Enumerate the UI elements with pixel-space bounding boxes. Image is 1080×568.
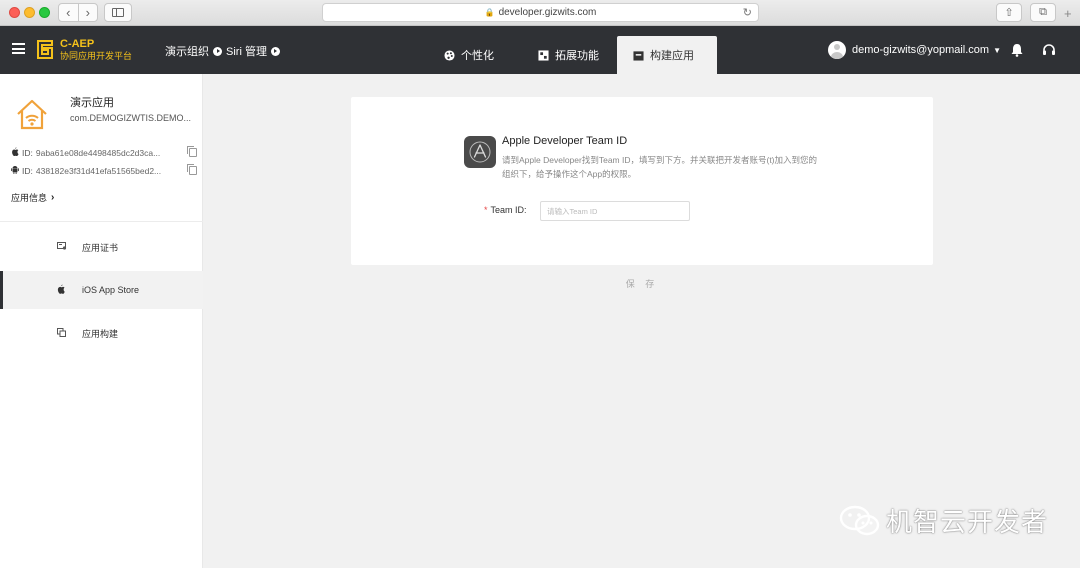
ios-id-value: 9aba61e08de4498485dc2d3ca... [35,147,161,158]
team-id-label-text: Team ID: [490,205,527,215]
url-text: developer.gizwits.com [498,7,597,18]
sidebar-toggle-button[interactable] [104,3,132,22]
card-title: Apple Developer Team ID [502,135,628,147]
certificate-icon [57,242,67,252]
tab-extensions[interactable]: 拓展功能 [522,36,615,74]
history-nav: ‹ › [58,3,98,22]
sidebar-item-build[interactable]: 应用构建 [0,314,203,352]
copy-icon[interactable] [187,164,197,175]
id-label: ID: [22,165,33,176]
bell-icon[interactable] [1010,43,1024,57]
android-id-value: 438182e3f31d41efa51565bed2... [35,165,162,176]
breadcrumb-siri[interactable]: Siri 管理 [226,43,267,59]
android-id-row: ID: 438182e3f31d41efa51565bed2... [11,164,197,176]
sidebar-item-label: 应用构建 [82,328,119,339]
caret-down-icon: ▼ [993,45,1002,55]
maximize-window-button[interactable] [39,7,50,18]
menu-icon[interactable] [12,43,25,54]
save-button[interactable]: 保 存 [612,274,672,292]
address-bar[interactable]: 🔒 developer.gizwits.com ↻ [322,3,759,22]
team-id-label: * Team ID: [484,205,527,215]
watermark-text: 机智云开发者 [886,508,1049,538]
tab-label: 个性化 [461,50,494,62]
palette-icon [444,49,455,61]
brand-name: C-AEP [60,38,95,50]
sidebar-item-ios-app-store[interactable]: iOS App Store [0,271,203,309]
app-store-icon [464,136,496,168]
tab-label: 构建应用 [650,50,694,62]
user-menu[interactable]: demo-gizwits@yopmail.com ▼ [828,41,1001,59]
sidebar-item-label: iOS App Store [82,285,140,295]
chevron-right-icon [270,46,280,56]
sidebar-item-certificate[interactable]: 应用证书 [0,228,203,266]
forward-button[interactable]: › [79,4,98,21]
ios-id-row: ID: 9aba61e08de4498485dc2d3ca... [11,146,197,158]
app-name: 演示应用 [70,97,114,109]
apple-icon [57,284,65,296]
avatar [828,41,846,59]
card-description: 请到Apple Developer找到Team ID，填写到下方。并关联把开发者… [502,155,818,179]
brand-subtitle: 协同应用开发平台 [60,51,133,61]
close-window-button[interactable] [9,7,20,18]
bundle-id: com.DEMOGIZWTIS.DEMO... [70,113,191,123]
tab-build-app[interactable]: 构建应用 [617,36,717,74]
browser-toolbar: ‹ › 🔒 developer.gizwits.com ↻ ⇧ ⧉ + [0,0,1080,26]
reload-icon[interactable]: ↻ [743,6,752,19]
watermark: 机智云开发者 [838,502,1048,539]
share-button[interactable]: ⇧ [996,3,1022,22]
user-email: demo-gizwits@yopmail.com [852,44,990,56]
app-header: C-AEP 协同应用开发平台 演示组织 Siri 管理 个性化 拓展功能 构建应… [0,26,1080,74]
lock-icon: 🔒 [484,8,495,17]
sidebar-item-label: 应用证书 [82,242,119,253]
apple-icon [11,147,22,158]
sidebar: 演示应用 com.DEMOGIZWTIS.DEMO... ID: 9aba61e… [0,74,203,568]
chevron-right-icon [213,46,222,56]
copy-icon[interactable] [187,146,197,157]
wechat-icon [839,505,880,535]
build-icon [633,50,644,61]
copy-icon [57,327,66,339]
puzzle-icon [538,49,549,61]
smart-home-icon [14,97,50,133]
id-label: ID: [22,147,33,158]
logo-icon [37,40,53,59]
app-info-label: 应用信息 [11,193,48,203]
chevron-right-icon: › [51,192,55,203]
tab-label: 拓展功能 [555,50,599,62]
divider [0,221,203,222]
team-id-card [351,97,933,265]
tab-personalize[interactable]: 个性化 [428,36,510,74]
new-tab-button[interactable]: + [1064,6,1072,21]
app-info-link[interactable]: 应用信息 › [11,191,54,204]
team-id-input[interactable] [540,201,690,221]
sidebar-icon [112,8,124,17]
android-icon [11,165,22,176]
minimize-window-button[interactable] [24,7,35,18]
breadcrumb-org[interactable]: 演示组织 [165,43,209,59]
required-mark: * [484,205,488,215]
breadcrumb: 演示组织 Siri 管理 [165,43,284,59]
show-tabs-button[interactable]: ⧉ [1030,3,1056,22]
back-button[interactable]: ‹ [59,4,79,21]
headset-icon[interactable] [1042,43,1056,57]
